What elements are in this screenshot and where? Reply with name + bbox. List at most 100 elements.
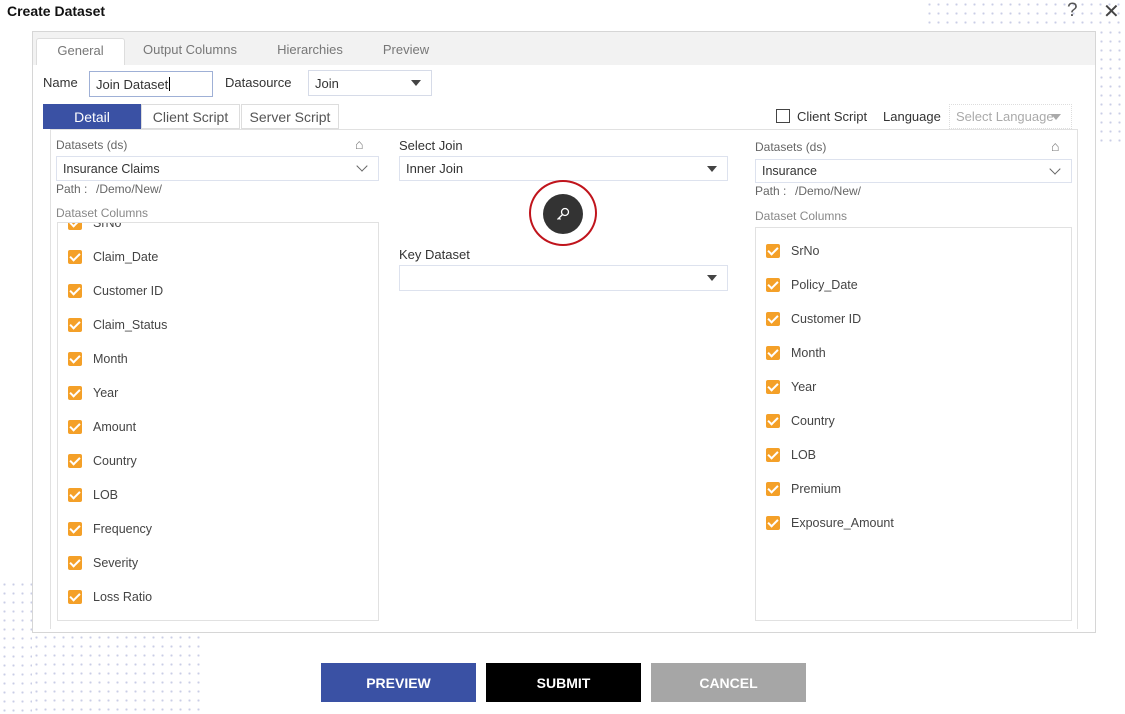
key-dataset-select[interactable] xyxy=(399,265,728,291)
subtab-server-script[interactable]: Server Script xyxy=(241,104,339,129)
checkbox-checked-icon[interactable] xyxy=(68,420,82,434)
column-label: Policy_Date xyxy=(791,278,858,292)
select-join-select[interactable]: Inner Join xyxy=(399,156,728,181)
column-item[interactable]: Month xyxy=(68,352,128,366)
column-label: Customer ID xyxy=(791,312,862,326)
datasource-select[interactable]: Join xyxy=(308,70,432,96)
checkbox-checked-icon[interactable] xyxy=(68,386,82,400)
decorative-dots xyxy=(925,0,1125,28)
column-item[interactable]: Policy_Date xyxy=(766,278,858,292)
checkbox-checked-icon[interactable] xyxy=(68,250,82,264)
datasource-value: Join xyxy=(315,75,339,91)
column-label: Month xyxy=(791,346,826,360)
caret-down-icon xyxy=(1051,113,1061,120)
column-item[interactable]: SrNo xyxy=(68,222,122,230)
checkbox-checked-icon[interactable] xyxy=(68,284,82,298)
column-label: Exposure_Amount xyxy=(791,516,894,530)
column-item[interactable]: SrNo xyxy=(766,244,819,258)
client-script-checkbox[interactable] xyxy=(776,109,790,123)
checkbox-checked-icon[interactable] xyxy=(68,352,82,366)
column-item[interactable]: Country xyxy=(766,414,835,428)
right-datasets-label: Datasets (ds) xyxy=(755,140,827,154)
checkbox-checked-icon[interactable] xyxy=(68,590,82,604)
column-item[interactable]: Severity xyxy=(68,556,138,570)
decorative-dots xyxy=(1097,28,1125,146)
column-item[interactable]: Claim_Date xyxy=(68,250,158,264)
column-item[interactable]: Customer ID xyxy=(68,284,163,298)
checkbox-checked-icon[interactable] xyxy=(766,278,780,292)
column-item[interactable]: Customer ID xyxy=(766,312,861,326)
caret-down-icon xyxy=(707,275,717,281)
column-item[interactable]: Claim_Status xyxy=(68,318,167,332)
submit-button[interactable]: SUBMIT xyxy=(486,663,641,702)
column-label: Country xyxy=(791,414,835,428)
checkbox-checked-icon[interactable] xyxy=(68,454,82,468)
checkbox-checked-icon[interactable] xyxy=(68,556,82,570)
left-dataset-value: Insurance Claims xyxy=(63,161,160,176)
left-path-label: Path : xyxy=(56,182,88,196)
chevron-down-icon xyxy=(1049,163,1061,175)
close-icon[interactable]: ✕ xyxy=(1103,0,1120,24)
caret-down-icon xyxy=(411,80,421,86)
datasource-label: Datasource xyxy=(225,75,292,90)
column-label: SrNo xyxy=(93,222,122,230)
column-label: Severity xyxy=(93,556,139,570)
column-item[interactable]: LOB xyxy=(766,448,816,462)
subtab-client-script[interactable]: Client Script xyxy=(141,104,240,129)
checkbox-checked-icon[interactable] xyxy=(68,522,82,536)
home-icon[interactable]: ⌂ xyxy=(1051,138,1059,154)
column-item[interactable]: Month xyxy=(766,346,826,360)
checkbox-checked-icon[interactable] xyxy=(68,318,82,332)
column-item[interactable]: LOB xyxy=(68,488,118,502)
name-input[interactable]: Join Dataset xyxy=(89,71,213,97)
column-item[interactable]: Amount xyxy=(68,420,136,434)
right-dataset-select[interactable]: Insurance xyxy=(755,159,1072,183)
checkbox-checked-icon[interactable] xyxy=(766,414,780,428)
checkbox-checked-icon[interactable] xyxy=(766,346,780,360)
checkbox-checked-icon[interactable] xyxy=(766,482,780,496)
column-label: LOB xyxy=(93,488,119,502)
left-datasets-label: Datasets (ds) xyxy=(56,138,128,152)
column-item[interactable]: Premium xyxy=(766,482,841,496)
column-item[interactable]: Loss Ratio xyxy=(68,590,152,604)
subtab-detail[interactable]: Detail xyxy=(43,104,141,129)
column-label: Claim_Date xyxy=(93,250,159,264)
column-label: Country xyxy=(93,454,137,468)
tab-hierarchies[interactable]: Hierarchies xyxy=(265,38,355,65)
checkbox-checked-icon[interactable] xyxy=(766,448,780,462)
select-join-value: Inner Join xyxy=(406,161,464,176)
column-label: Frequency xyxy=(93,522,153,536)
column-label: Amount xyxy=(93,420,137,434)
checkbox-checked-icon[interactable] xyxy=(766,380,780,394)
column-label: Loss Ratio xyxy=(93,590,153,604)
column-item[interactable]: Year xyxy=(68,386,118,400)
checkbox-checked-icon[interactable] xyxy=(766,244,780,258)
left-columns-list[interactable]: SrNo Claim_Date Customer ID Claim_Status Mon… xyxy=(57,222,379,621)
column-label: Claim_Status xyxy=(93,318,168,332)
language-select[interactable]: Select Language xyxy=(949,104,1072,129)
checkbox-checked-icon[interactable] xyxy=(68,488,82,502)
right-columns-list[interactable]: SrNo Policy_Date Customer ID Month Year Count… xyxy=(755,227,1072,621)
key-dataset-label: Key Dataset xyxy=(399,247,470,262)
name-label: Name xyxy=(43,75,78,90)
checkbox-checked-icon[interactable] xyxy=(766,312,780,326)
checkbox-checked-icon[interactable] xyxy=(766,516,780,530)
home-icon[interactable]: ⌂ xyxy=(355,136,363,152)
checkbox-checked-icon[interactable] xyxy=(68,223,82,230)
column-item[interactable]: Frequency xyxy=(68,522,152,536)
left-columns-label: Dataset Columns xyxy=(56,206,149,220)
question-icon[interactable]: ? xyxy=(1067,0,1078,22)
column-item[interactable]: Exposure_Amount xyxy=(766,516,894,530)
column-item[interactable]: Country xyxy=(68,454,137,468)
cancel-button[interactable]: CANCEL xyxy=(651,663,806,702)
column-label: Year xyxy=(93,386,119,400)
tab-general[interactable]: General xyxy=(36,38,125,65)
key-button[interactable] xyxy=(543,194,583,234)
tab-preview[interactable]: Preview xyxy=(370,38,442,65)
column-label: Month xyxy=(93,352,128,366)
left-dataset-select[interactable]: Insurance Claims xyxy=(56,156,379,181)
column-item[interactable]: Year xyxy=(766,380,816,394)
preview-button[interactable]: PREVIEW xyxy=(321,663,476,702)
right-path-label: Path : xyxy=(755,184,787,198)
tab-output-columns[interactable]: Output Columns xyxy=(135,38,245,65)
